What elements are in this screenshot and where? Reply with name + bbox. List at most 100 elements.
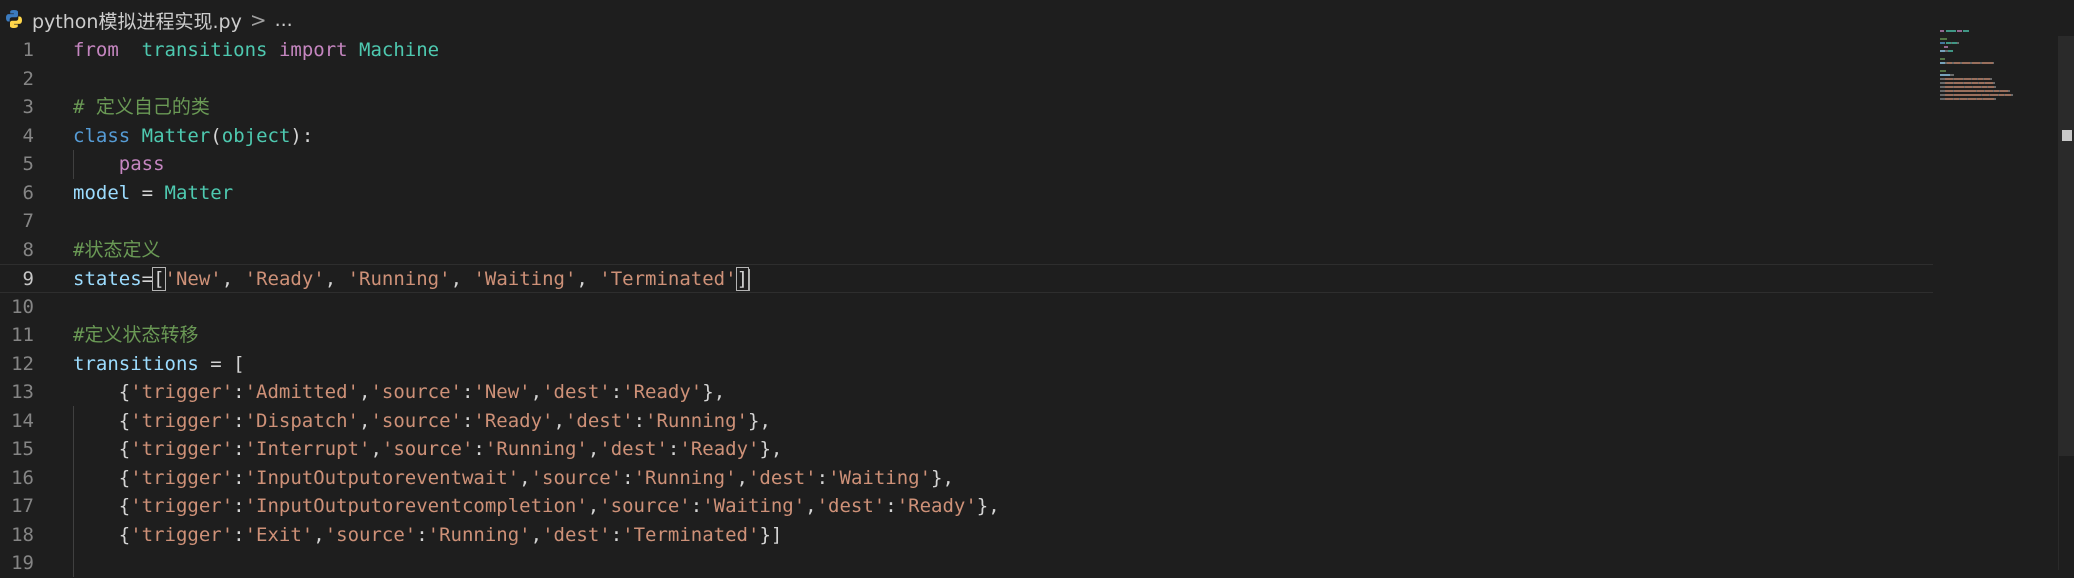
- line-number: 10: [11, 295, 34, 318]
- code-token: 'Running': [645, 409, 748, 432]
- code-token: 'Dispatch': [244, 409, 359, 432]
- code-token: 'Exit': [244, 523, 314, 546]
- minimap-token: [1957, 30, 1962, 32]
- minimap-token: [1994, 86, 1996, 88]
- code-line[interactable]: 11 #定义状态转移: [0, 321, 1940, 350]
- code-line[interactable]: 15 {'trigger':'Interrupt','source':'Runn…: [0, 435, 1940, 464]
- minimap-token: [1968, 98, 1976, 100]
- minimap-token: [1954, 90, 1976, 92]
- vertical-scrollbar-thumb[interactable]: [2059, 36, 2074, 456]
- code-token: 'Waiting': [702, 495, 806, 517]
- code-line[interactable]: 3 # 定义自己的类: [0, 93, 1940, 122]
- line-number: 16: [11, 466, 34, 489]
- code-token: ,: [313, 523, 325, 546]
- code-token: ,: [519, 466, 531, 489]
- breadcrumb-more[interactable]: ...: [275, 9, 293, 31]
- code-token: =: [130, 181, 165, 204]
- line-number: 6: [22, 181, 34, 204]
- breadcrumb-file-name[interactable]: python模拟进程实现.py: [32, 7, 242, 34]
- minimap-token: [1945, 82, 1953, 84]
- code-line[interactable]: 2: [0, 65, 1940, 94]
- code-token: 'Running': [347, 268, 451, 290]
- code-line[interactable]: 7: [0, 207, 1940, 236]
- minimap-token: [1945, 78, 1953, 80]
- line-code: {'trigger':'Admitted','source':'New','de…: [73, 378, 725, 407]
- minimap-token: [1940, 70, 1946, 72]
- code-editor[interactable]: 1 from transitions import Machine 2 3 # 定义自己…: [0, 36, 1940, 577]
- code-token: {: [73, 438, 131, 460]
- code-line[interactable]: 8 #状态定义: [0, 236, 1940, 265]
- code-line[interactable]: 19: [0, 549, 1940, 578]
- line-number: 12: [11, 352, 34, 375]
- code-line[interactable]: 18 {'trigger':'Exit','source':'Running',…: [0, 521, 1940, 550]
- code-token: 'source': [370, 409, 462, 432]
- code-token: :: [416, 523, 428, 546]
- line-code: # 定义自己的类: [73, 93, 210, 122]
- code-token: pass: [118, 153, 165, 175]
- code-line[interactable]: 14 {'trigger':'Dispatch','source':'Ready…: [0, 407, 1940, 436]
- minimap-token: [1977, 90, 1984, 92]
- code-line[interactable]: 4 class Matter(object):: [0, 122, 1940, 151]
- code-token: 'InputOutputoreventwait': [244, 466, 520, 489]
- minimap-token: [2008, 90, 2010, 92]
- code-token: #定义状态转移: [73, 324, 199, 346]
- text-cursor: [748, 268, 751, 291]
- code-token: 'dest': [542, 381, 611, 403]
- code-token: ]: [735, 267, 750, 291]
- code-token: ,: [576, 268, 600, 290]
- code-token: transitions: [141, 39, 268, 61]
- line-code: {'trigger':'Dispatch','source':'Ready','…: [73, 407, 771, 436]
- code-line[interactable]: 9 states=['New', 'Ready', 'Running', 'Wai…: [0, 264, 1933, 293]
- code-token: transitions: [73, 352, 199, 375]
- code-token: 'Terminated': [622, 523, 760, 546]
- code-line[interactable]: 5 pass: [0, 150, 1940, 179]
- code-token: 'dest': [599, 438, 668, 460]
- code-token: ,: [450, 268, 474, 290]
- code-token: # 定义自己的类: [73, 96, 210, 118]
- minimap-token: [1954, 86, 1964, 88]
- chevron-right-icon: >: [249, 8, 267, 32]
- code-token: {: [73, 409, 131, 432]
- code-token: :: [816, 466, 829, 489]
- code-token: },: [759, 438, 783, 460]
- code-line[interactable]: 6 model = Matter: [0, 179, 1940, 208]
- code-line[interactable]: 10: [0, 293, 1940, 322]
- code-line[interactable]: 13 {'trigger':'Admitted','source':'New',…: [0, 378, 1940, 407]
- minimap-token: [1957, 42, 1959, 44]
- code-token: 'InputOutputoreventcompletion': [244, 495, 588, 517]
- minimap-token: [1946, 30, 1956, 32]
- code-token: 'Ready': [622, 381, 703, 403]
- code-token: :: [610, 381, 623, 403]
- line-number: 15: [11, 438, 34, 460]
- minimap-token: [1973, 86, 1981, 88]
- code-token: ,: [359, 381, 371, 403]
- minimap-token: [1940, 42, 1945, 44]
- minimap-token: [1962, 62, 1970, 64]
- code-token: :: [461, 381, 474, 403]
- code-line[interactable]: 1 from transitions import Machine: [0, 36, 1940, 65]
- code-token: :: [690, 495, 703, 517]
- line-code: pass: [73, 150, 165, 179]
- code-line[interactable]: 12 transitions = [: [0, 350, 1940, 379]
- code-token: = [: [198, 352, 245, 375]
- minimap-token: [1960, 98, 1967, 100]
- line-code: {'trigger':'InputOutputoreventwait','sou…: [73, 464, 954, 493]
- minimap[interactable]: [1940, 30, 2058, 140]
- code-token: :: [461, 409, 474, 432]
- code-token: 'trigger': [130, 523, 234, 546]
- code-line[interactable]: 16 {'trigger':'InputOutputoreventwait','…: [0, 464, 1940, 493]
- code-token: ,: [530, 381, 543, 403]
- code-token: 'Running': [427, 523, 531, 546]
- line-code: states=['New', 'Ready', 'Running', 'Wait…: [73, 265, 751, 294]
- minimap-token: [1940, 38, 1947, 40]
- line-number: 9: [22, 268, 34, 290]
- minimap-token: [2000, 90, 2008, 92]
- code-token: states: [73, 268, 142, 290]
- code-token: ,: [530, 523, 543, 546]
- code-line[interactable]: 17 {'trigger':'InputOutputoreventcomplet…: [0, 492, 1940, 521]
- breadcrumb: python模拟进程实现.py > ...: [0, 0, 2074, 40]
- code-token: :: [473, 438, 485, 460]
